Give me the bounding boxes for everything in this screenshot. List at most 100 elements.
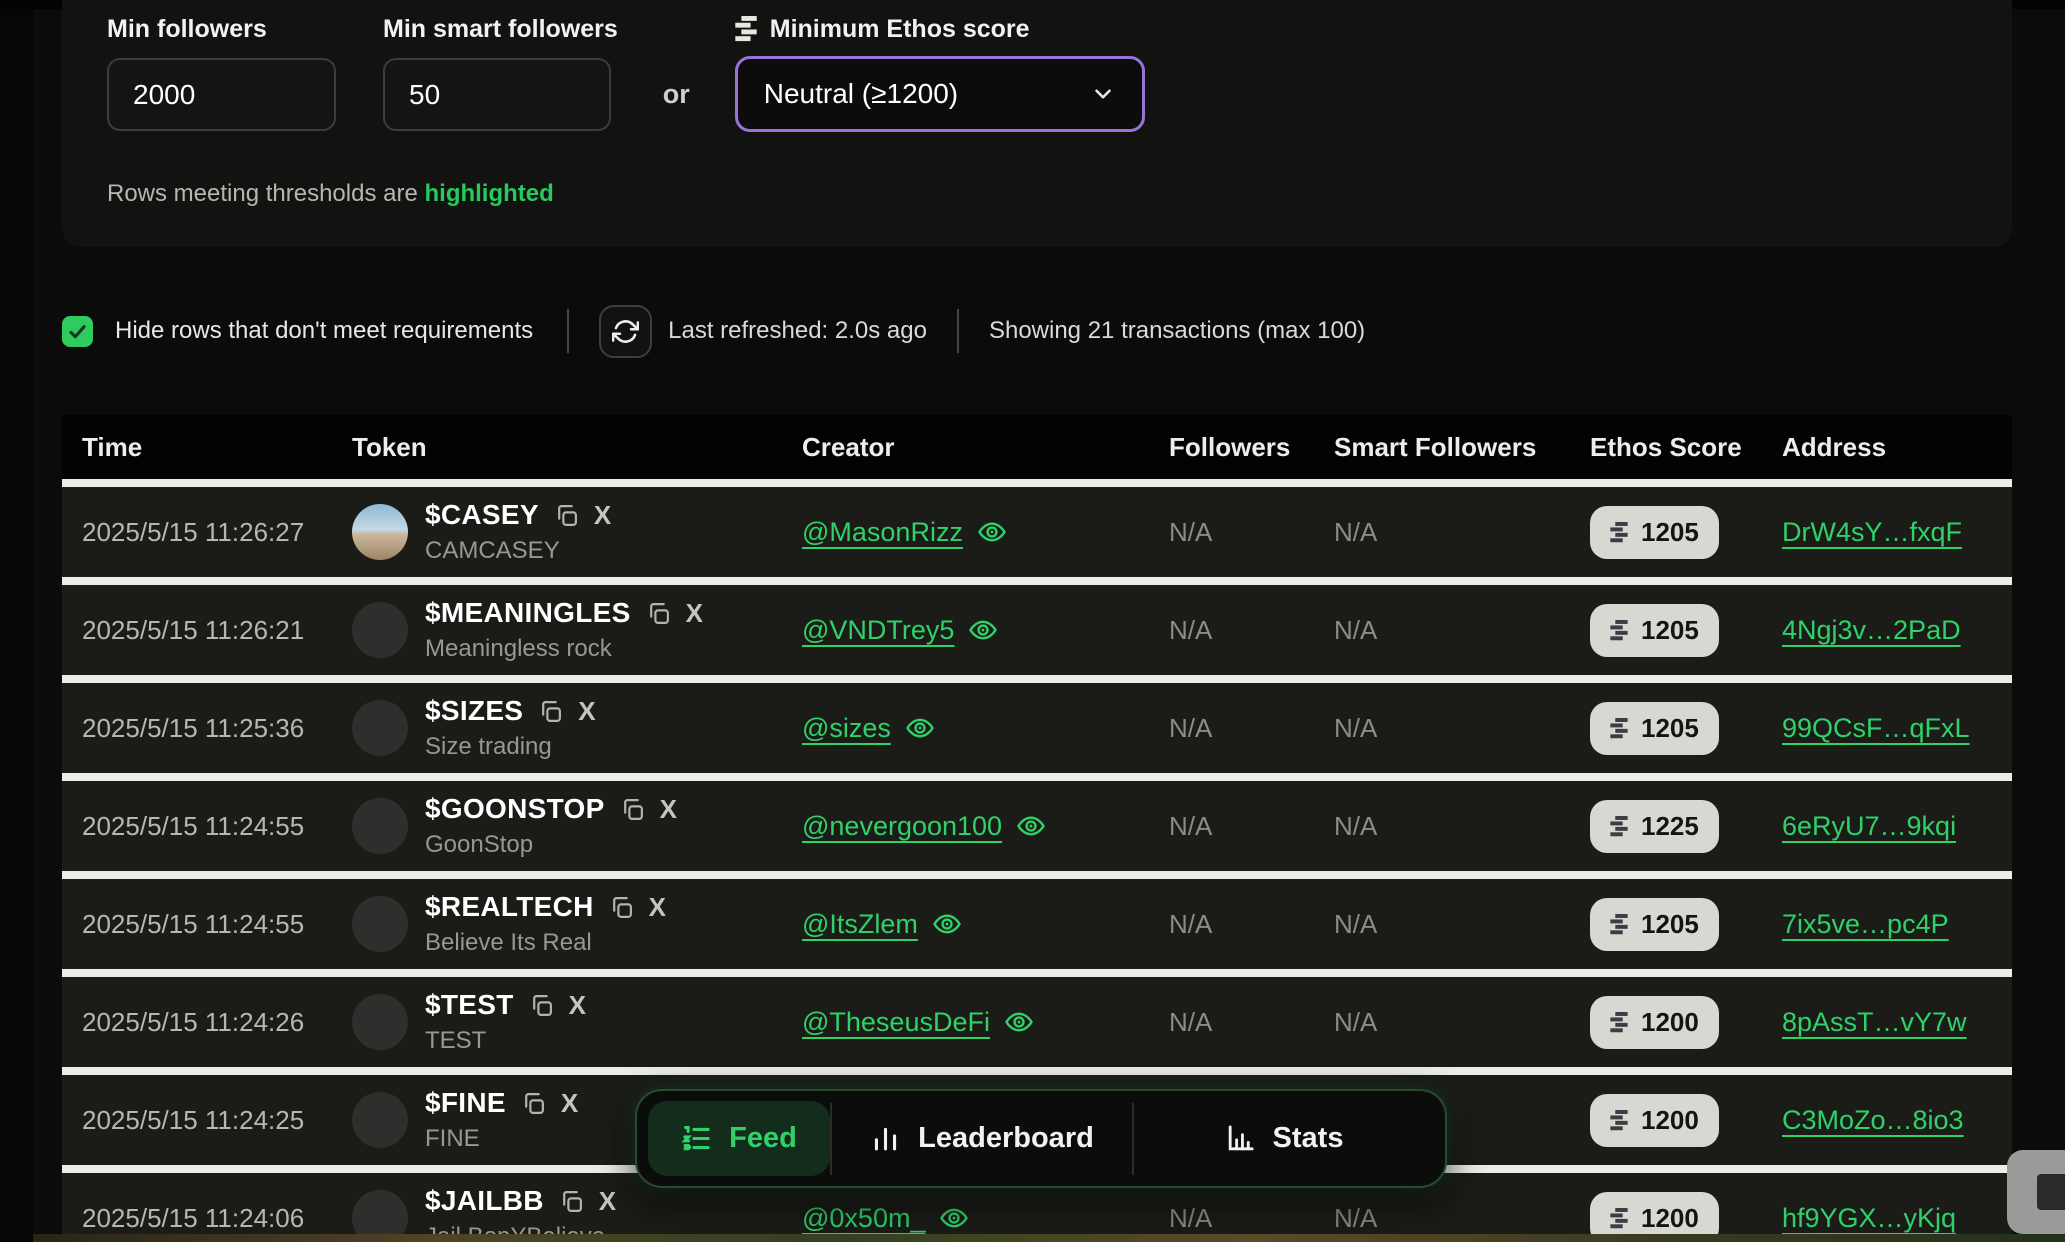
x-twitter-icon[interactable]: X [660, 796, 677, 822]
ethos-cell: 1205 [1590, 702, 1782, 755]
hide-rows-checkbox[interactable] [62, 316, 93, 347]
table-row: 2025/5/15 11:26:21 $MEANINGLES X Meaning… [62, 585, 2012, 675]
checkmark-icon [67, 321, 88, 342]
last-refreshed-text: Last refreshed: 2.0s ago [668, 317, 927, 345]
token-avatar [352, 798, 408, 854]
creator-link[interactable]: @sizes [802, 713, 891, 744]
address-link[interactable]: 6eRyU7…9kqi [1782, 811, 1956, 841]
creator-cell: @0x50m_ [802, 1203, 1169, 1234]
ethos-logo-icon [1610, 816, 1628, 837]
chevron-down-icon [1090, 81, 1116, 107]
x-twitter-icon[interactable]: X [561, 1090, 578, 1116]
smart-followers-cell: N/A [1334, 1007, 1590, 1038]
refresh-icon [612, 318, 639, 345]
creator-link[interactable]: @VNDTrey5 [802, 615, 954, 646]
ethos-logo-icon [1610, 522, 1628, 543]
column-header: Ethos Score [1590, 432, 1782, 463]
smart-followers-cell: N/A [1334, 615, 1590, 646]
bottom-navigation: Feed Leaderboard Stats [635, 1089, 1447, 1188]
table-row: 2025/5/15 11:26:27 $CASEY X CAMCASEY @Ma… [62, 487, 2012, 577]
background-texture-strip [33, 1234, 2065, 1242]
copy-icon[interactable] [620, 797, 645, 822]
address-cell: 4Ngj3v…2PaD [1782, 615, 2012, 646]
ethos-score-value: 1200 [1641, 1203, 1699, 1234]
table-row: 2025/5/15 11:24:55 $REALTECH X Believe I… [62, 879, 2012, 969]
eye-icon[interactable] [1004, 1007, 1034, 1037]
ethos-score-select[interactable]: Neutral (≥1200) [735, 56, 1145, 132]
divider [567, 309, 569, 353]
eye-icon[interactable] [968, 615, 998, 645]
address-link[interactable]: 8pAssT…vY7w [1782, 1007, 1967, 1037]
stats-chart-icon [1225, 1123, 1256, 1154]
token-avatar [352, 994, 408, 1050]
creator-link[interactable]: @ItsZlem [802, 909, 918, 940]
ethos-score-badge: 1225 [1590, 800, 1719, 853]
eye-icon[interactable] [977, 517, 1007, 547]
copy-icon[interactable] [646, 601, 671, 626]
token-name: $GOONSTOP [425, 793, 605, 825]
threshold-note-text: Rows meeting thresholds are [107, 180, 424, 207]
x-twitter-icon[interactable]: X [578, 698, 595, 724]
address-cell: C3MoZo…8io3 [1782, 1105, 2012, 1136]
min-followers-input[interactable] [107, 58, 336, 131]
eye-icon[interactable] [905, 713, 935, 743]
x-twitter-icon[interactable]: X [569, 992, 586, 1018]
smart-followers-cell: N/A [1334, 909, 1590, 940]
eye-icon[interactable] [932, 909, 962, 939]
copy-icon[interactable] [521, 1091, 546, 1116]
x-twitter-icon[interactable]: X [686, 600, 703, 626]
ethos-score-value: 1225 [1641, 811, 1699, 842]
creator-link[interactable]: @MasonRizz [802, 517, 963, 548]
table-controls: Hide rows that don't meet requirements L… [62, 304, 2012, 358]
creator-link[interactable]: @TheseusDeFi [802, 1007, 990, 1038]
address-link[interactable]: C3MoZo…8io3 [1782, 1105, 1964, 1135]
address-link[interactable]: 7ix5ve…pc4P [1782, 909, 1949, 939]
time-cell: 2025/5/15 11:26:27 [82, 517, 352, 548]
x-twitter-icon[interactable]: X [594, 502, 611, 528]
address-link[interactable]: 99QCsF…qFxL [1782, 713, 1970, 743]
scroll-top-button[interactable] [2007, 1150, 2065, 1234]
ethos-score-badge: 1205 [1590, 506, 1719, 559]
token-name: $JAILBB [425, 1185, 544, 1217]
column-header: Followers [1169, 432, 1334, 463]
x-twitter-icon[interactable]: X [599, 1188, 616, 1214]
copy-icon[interactable] [609, 895, 634, 920]
tab-stats[interactable]: Stats [1134, 1101, 1434, 1176]
copy-icon[interactable] [554, 503, 579, 528]
ethos-logo-icon [1610, 1012, 1628, 1033]
x-twitter-icon[interactable]: X [649, 894, 666, 920]
followers-cell: N/A [1169, 1007, 1334, 1038]
address-cell: DrW4sY…fxqF [1782, 517, 2012, 548]
eye-icon[interactable] [939, 1203, 969, 1233]
copy-icon[interactable] [559, 1189, 584, 1214]
address-link[interactable]: hf9YGX…yKjq [1782, 1203, 1956, 1233]
refresh-button[interactable] [599, 305, 652, 358]
ethos-logo-icon [1610, 620, 1628, 641]
copy-icon[interactable] [538, 699, 563, 724]
tab-feed[interactable]: Feed [648, 1101, 830, 1176]
creator-cell: @VNDTrey5 [802, 615, 1169, 646]
followers-cell: N/A [1169, 1203, 1334, 1234]
column-header: Creator [802, 432, 1169, 463]
address-link[interactable]: DrW4sY…fxqF [1782, 517, 1962, 547]
creator-link[interactable]: @0x50m_ [802, 1203, 925, 1234]
table-row: 2025/5/15 11:24:26 $TEST X TEST @Theseus… [62, 977, 2012, 1067]
time-cell: 2025/5/15 11:24:55 [82, 909, 352, 940]
eye-icon[interactable] [1016, 811, 1046, 841]
ethos-cell: 1205 [1590, 898, 1782, 951]
token-subtitle: CAMCASEY [425, 537, 611, 565]
min-smart-followers-input[interactable] [383, 58, 611, 131]
token-subtitle: Believe Its Real [425, 929, 666, 957]
ethos-logo-icon [1610, 914, 1628, 935]
time-cell: 2025/5/15 11:24:25 [82, 1105, 352, 1136]
followers-cell: N/A [1169, 909, 1334, 940]
ethos-score-badge: 1205 [1590, 604, 1719, 657]
page-left-edge [0, 0, 33, 1242]
creator-link[interactable]: @nevergoon100 [802, 811, 1002, 842]
address-link[interactable]: 4Ngj3v…2PaD [1782, 615, 1961, 645]
tab-leaderboard[interactable]: Leaderboard [832, 1101, 1132, 1176]
ethos-score-value: 1205 [1641, 713, 1699, 744]
time-cell: 2025/5/15 11:25:36 [82, 713, 352, 744]
copy-icon[interactable] [529, 993, 554, 1018]
followers-cell: N/A [1169, 811, 1334, 842]
